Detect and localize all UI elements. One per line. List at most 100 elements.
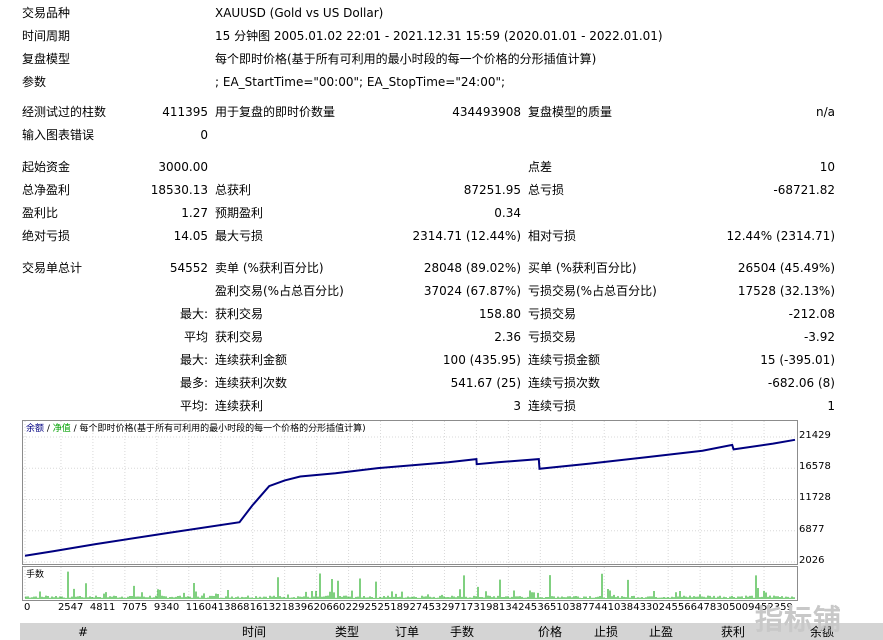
- value-symbol: XAUUSD (Gold vs US Dollar): [215, 6, 384, 20]
- legend-equity: 净值: [52, 424, 71, 434]
- value-profit-trades: 37024 (67.87%): [423, 284, 521, 298]
- label-errors: 输入图表错误: [22, 128, 95, 142]
- col-order[interactable]: 订单: [395, 625, 419, 639]
- label-cons-loss-count: 连续亏损次数: [528, 376, 601, 390]
- x-tick-5: 11604: [185, 602, 218, 613]
- value-net-profit: 18530.13: [150, 183, 208, 197]
- value-deposit: 3000.00: [158, 160, 208, 174]
- col-lots[interactable]: 手数: [450, 625, 474, 639]
- label-profit-factor: 盈利比: [22, 206, 59, 220]
- value-avg-cons-win: 3: [513, 399, 521, 413]
- label-gross-profit: 总获利: [215, 183, 252, 197]
- value-gross-profit: 87251.95: [463, 183, 521, 197]
- x-tick-13: 29717: [441, 602, 474, 613]
- x-tick-1: 2547: [57, 602, 84, 613]
- label-spread: 点差: [528, 160, 553, 174]
- x-tick-19: 43302: [633, 602, 666, 613]
- x-tick-21: 47830: [697, 602, 729, 613]
- volume-label: 手数: [26, 570, 45, 580]
- y-tick-4: 2026: [799, 555, 825, 566]
- watermark: 指标铺: [755, 603, 843, 636]
- value-period: 15 分钟图 2005.01.02 22:01 - 2021.12.31 15:…: [215, 29, 663, 43]
- col-type[interactable]: 类型: [335, 625, 359, 639]
- value-payoff: 0.34: [494, 206, 521, 220]
- x-tick-11: 25189: [377, 602, 410, 613]
- label-short-positions: 卖单 (%获利百分比): [215, 261, 324, 275]
- label-total-trades: 交易单总计: [22, 261, 83, 275]
- label-max-drawdown: 最大亏损: [215, 229, 264, 243]
- label-average-2: 平均:: [179, 399, 208, 413]
- legend-balance: 余额: [26, 424, 45, 434]
- label-profit-trades: 盈利交易(%占总百分比): [215, 284, 344, 298]
- label-ticks: 用于复盘的即时价数量: [215, 105, 336, 119]
- x-tick-10: 22925: [345, 602, 378, 613]
- value-errors: 0: [200, 128, 208, 142]
- legend-model: / 每个即时价格(基于所有可利用的最小时段的每一个价格的分形插值计算): [70, 424, 366, 434]
- label-rel-drawdown: 相对亏损: [528, 229, 577, 243]
- legend-sep: /: [44, 424, 53, 434]
- label-abs-drawdown: 绝对亏损: [22, 229, 71, 243]
- value-spread: 10: [819, 160, 835, 174]
- balance-chart-svg: [23, 421, 797, 564]
- label-avg-loss-trade: 亏损交易: [528, 330, 577, 344]
- value-profit-factor: 1.27: [181, 206, 208, 220]
- col-profit[interactable]: 获利: [721, 625, 745, 639]
- label-avg-cons-win: 连续获利: [215, 399, 264, 413]
- col-price[interactable]: 价格: [538, 625, 562, 639]
- y-tick-1: 16578: [799, 461, 831, 473]
- volume-chart-svg: [24, 567, 795, 600]
- value-cons-loss-count: -682.06 (8): [767, 376, 835, 390]
- value-avg-profit-trade: 2.36: [494, 330, 521, 344]
- x-tick-15: 34245: [505, 602, 538, 613]
- x-tick-4: 9340: [153, 602, 180, 613]
- value-rel-drawdown: 12.44% (2314.71): [726, 229, 835, 243]
- x-tick-12: 27453: [409, 602, 442, 613]
- value-avg-cons-loss: 1: [827, 399, 835, 413]
- label-max-profit-trade: 获利交易: [215, 307, 264, 321]
- x-tick-16: 36510: [537, 602, 570, 613]
- value-max-loss-trade: -212.08: [788, 307, 835, 321]
- label-cons-loss-money: 连续亏损金额: [528, 353, 601, 367]
- value-abs-drawdown: 14.05: [173, 229, 208, 243]
- col-stoploss[interactable]: 止损: [594, 625, 618, 639]
- x-tick-9: 20660: [313, 602, 346, 613]
- label-period: 时间周期: [22, 29, 71, 43]
- y-tick-3: 6877: [799, 523, 825, 535]
- col-takeprofit[interactable]: 止盈: [649, 625, 673, 639]
- label-net-profit: 总净盈利: [22, 183, 71, 197]
- value-cons-loss-money: 15 (-395.01): [760, 353, 835, 367]
- value-ticks: 434493908: [452, 105, 521, 119]
- x-tick-14: 31981: [473, 602, 506, 613]
- label-quality: 复盘模型的质量: [528, 105, 613, 119]
- y-tick-2: 11728: [799, 492, 831, 504]
- x-tick-0: 0: [24, 602, 31, 613]
- label-max: 最大:: [179, 307, 208, 321]
- volume-chart: [22, 566, 798, 601]
- y-tick-0: 21429: [799, 430, 831, 441]
- label-max-2: 最大:: [179, 353, 208, 367]
- label-max-loss-trade: 亏损交易: [528, 307, 577, 321]
- label-deposit: 起始资金: [22, 160, 71, 174]
- value-loss-trades: 17528 (32.13%): [737, 284, 835, 298]
- x-tick-7: 16132: [249, 602, 282, 613]
- value-long-positions: 26504 (45.49%): [737, 261, 835, 275]
- label-gross-loss: 总亏损: [528, 183, 565, 197]
- col-time[interactable]: 时间: [242, 625, 266, 639]
- trades-table-header: # 时间 类型 订单 手数 价格 止损 止盈 获利 余额: [20, 623, 883, 640]
- value-cons-win-money: 100 (435.95): [442, 353, 521, 367]
- value-model: 每个即时价格(基于所有可利用的最小时段的每一个价格的分形插值计算): [215, 52, 597, 66]
- balance-line: [24, 438, 796, 557]
- label-most: 最多:: [179, 376, 208, 390]
- value-gross-loss: -68721.82: [773, 183, 835, 197]
- x-tick-6: 13868: [217, 602, 250, 613]
- balance-chart: [22, 420, 798, 565]
- label-model: 复盘模型: [22, 52, 71, 66]
- x-tick-3: 7075: [121, 602, 148, 613]
- col-number[interactable]: #: [78, 625, 88, 639]
- x-tick-18: 41038: [601, 602, 634, 613]
- x-tick-20: 45566: [665, 602, 697, 613]
- value-quality: n/a: [815, 105, 835, 119]
- value-short-positions: 28048 (89.02%): [423, 261, 521, 275]
- value-avg-loss-trade: -3.92: [803, 330, 835, 344]
- chart-legend: 余额 / 净值 / 每个即时价格(基于所有可利用的最小时段的每一个价格的分形插值…: [26, 424, 366, 435]
